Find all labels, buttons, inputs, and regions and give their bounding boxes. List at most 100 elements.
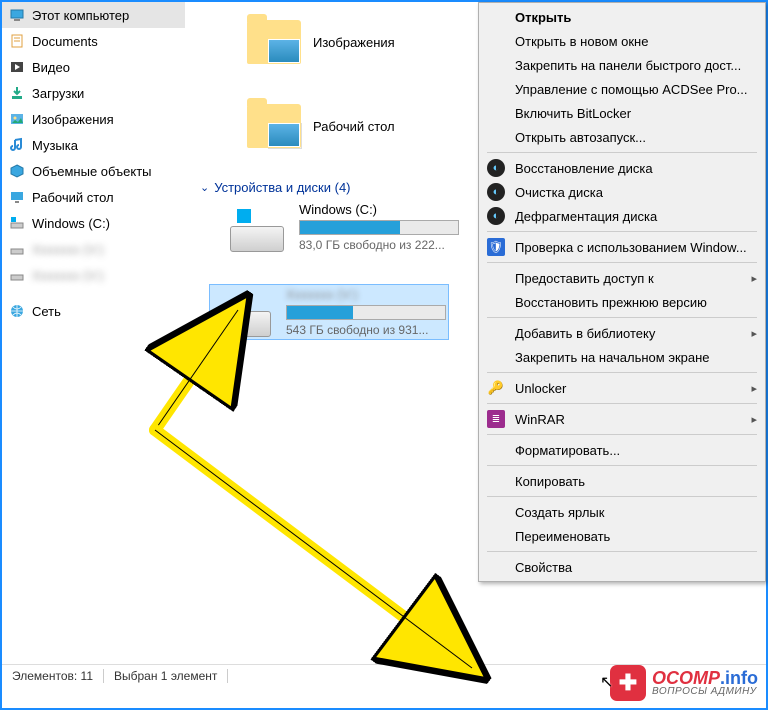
- watermark: ✚ OCOMP.info ВОПРОСЫ АДМИНУ: [610, 662, 758, 704]
- context-menu-label: Копировать: [515, 474, 585, 489]
- context-menu-separator: [487, 551, 757, 552]
- context-menu-label: Дефрагментация диска: [515, 209, 657, 224]
- context-menu-label: Unlocker: [515, 381, 566, 396]
- context-menu-separator: [487, 262, 757, 263]
- sidebar-item-download[interactable]: Загрузки: [2, 80, 185, 106]
- folder-pictures[interactable]: Изображения: [247, 20, 395, 64]
- rar-icon: ≣: [487, 410, 505, 428]
- drive-windows-c[interactable]: Windows (C:) 83,0 ГБ свободно из 222...: [225, 202, 459, 252]
- sidebar-item-desktop[interactable]: Рабочий стол: [2, 184, 185, 210]
- folder-desktop[interactable]: Рабочий стол: [247, 104, 395, 148]
- drive-free-text: 83,0 ГБ свободно из 222...: [299, 238, 459, 252]
- pc-icon: [8, 6, 26, 24]
- sidebar-item-label: Видео: [32, 60, 70, 75]
- sidebar-item-music[interactable]: Музыка: [2, 132, 185, 158]
- sidebar-item-pc[interactable]: Этот компьютер: [2, 2, 185, 28]
- key-icon: 🔑: [487, 379, 505, 397]
- context-menu-label: Создать ярлык: [515, 505, 604, 520]
- status-selected: Выбран 1 элемент: [104, 669, 228, 683]
- context-menu-item[interactable]: ≣ WinRAR: [479, 407, 765, 431]
- drive-name: Xxxxxxx (V:): [286, 287, 446, 302]
- music-icon: [8, 136, 26, 154]
- drive-win-icon: [8, 214, 26, 232]
- group-header-devices[interactable]: ⌄ Устройства и диски (4): [200, 180, 351, 195]
- drive-free-text: 543 ГБ свободно из 931...: [286, 323, 446, 337]
- context-menu-item[interactable]: Включить BitLocker: [479, 101, 765, 125]
- context-menu-item[interactable]: Открыть: [479, 5, 765, 29]
- capacity-bar: [286, 305, 446, 320]
- pictures-icon: [8, 110, 26, 128]
- sidebar-item-drive[interactable]: Xxxxxxx (V:): [2, 262, 185, 288]
- context-menu-item[interactable]: Предоставить доступ к: [479, 266, 765, 290]
- hdd-icon: [225, 202, 289, 252]
- folder-label: Изображения: [313, 35, 395, 50]
- context-menu-item[interactable]: ◐ Восстановление диска: [479, 156, 765, 180]
- context-menu-label: Свойства: [515, 560, 572, 575]
- context-menu-item[interactable]: Переименовать: [479, 524, 765, 548]
- 3d-icon: [8, 162, 26, 180]
- context-menu-label: Восстановление диска: [515, 161, 653, 176]
- context-menu-item[interactable]: Закрепить на начальном экране: [479, 345, 765, 369]
- watermark-sub: ВОПРОСЫ АДМИНУ: [652, 687, 758, 697]
- doc-icon: [8, 32, 26, 50]
- sidebar-item-label: Windows (C:): [32, 216, 110, 231]
- drive-info: Xxxxxxx (V:) 543 ГБ свободно из 931...: [286, 287, 446, 337]
- context-menu-item[interactable]: Добавить в библиотеку: [479, 321, 765, 345]
- context-menu-separator: [487, 152, 757, 153]
- sidebar-item-video[interactable]: Видео: [2, 54, 185, 80]
- context-menu-separator: [487, 403, 757, 404]
- sidebar-item-doc[interactable]: Documents: [2, 28, 185, 54]
- sidebar-item-label: Xxxxxxx (V:): [32, 268, 104, 283]
- sidebar-item-network[interactable]: Сеть: [2, 298, 185, 324]
- watermark-badge: ✚: [610, 665, 646, 701]
- context-menu-label: Форматировать...: [515, 443, 620, 458]
- context-menu-label: Управление с помощью ACDSee Pro...: [515, 82, 748, 97]
- context-menu-item[interactable]: Создать ярлык: [479, 500, 765, 524]
- context-menu-item[interactable]: Восстановить прежнюю версию: [479, 290, 765, 314]
- sidebar-item-drive[interactable]: Xxxxxxx (V:): [2, 236, 185, 262]
- shield-icon: 🛡: [487, 238, 505, 256]
- context-menu-separator: [487, 317, 757, 318]
- context-menu-label: WinRAR: [515, 412, 565, 427]
- context-menu-label: Открыть в новом окне: [515, 34, 648, 49]
- sidebar-item-label: Музыка: [32, 138, 78, 153]
- context-menu-label: Закрепить на начальном экране: [515, 350, 710, 365]
- watermark-text2: .info: [720, 668, 758, 688]
- circle-icon: ◐: [487, 159, 505, 177]
- sidebar-item-label: Рабочий стол: [32, 190, 114, 205]
- context-menu-separator: [487, 496, 757, 497]
- context-menu-item[interactable]: Копировать: [479, 469, 765, 493]
- sidebar-item-label: Загрузки: [32, 86, 84, 101]
- chevron-down-icon: ⌄: [200, 181, 209, 194]
- sidebar-item-pictures[interactable]: Изображения: [2, 106, 185, 132]
- status-item-count: Элементов: 11: [2, 669, 104, 683]
- folder-label: Рабочий стол: [313, 119, 395, 134]
- context-menu-item[interactable]: 🔑 Unlocker: [479, 376, 765, 400]
- context-menu-label: Переименовать: [515, 529, 610, 544]
- context-menu-item[interactable]: Закрепить на панели быстрого дост...: [479, 53, 765, 77]
- context-menu-item[interactable]: Открыть в новом окне: [479, 29, 765, 53]
- context-menu-item[interactable]: Форматировать...: [479, 438, 765, 462]
- folder-icon: [247, 20, 301, 64]
- video-icon: [8, 58, 26, 76]
- sidebar-item-3d[interactable]: Объемные объекты: [2, 158, 185, 184]
- capacity-bar: [299, 220, 459, 235]
- context-menu-item[interactable]: Управление с помощью ACDSee Pro...: [479, 77, 765, 101]
- context-menu-label: Включить BitLocker: [515, 106, 631, 121]
- sidebar-navigation: Этот компьютерDocuments Видео Загрузки Изоб…: [2, 2, 185, 708]
- sidebar-item-drive-win[interactable]: Windows (C:): [2, 210, 185, 236]
- context-menu: Открыть Открыть в новом окне Закрепить на …: [478, 2, 766, 582]
- context-menu-item[interactable]: ◐ Очистка диска: [479, 180, 765, 204]
- context-menu-item[interactable]: ◐ Дефрагментация диска: [479, 204, 765, 228]
- context-menu-label: Восстановить прежнюю версию: [515, 295, 707, 310]
- circle-icon: ◐: [487, 207, 505, 225]
- context-menu-separator: [487, 465, 757, 466]
- context-menu-item[interactable]: 🛡Проверка с использованием Window...: [479, 235, 765, 259]
- context-menu-item[interactable]: Открыть автозапуск...: [479, 125, 765, 149]
- circle-icon: ◐: [487, 183, 505, 201]
- watermark-text1: OCOMP: [652, 668, 720, 688]
- context-menu-label: Очистка диска: [515, 185, 603, 200]
- context-menu-item[interactable]: Свойства: [479, 555, 765, 579]
- drive-v-selected[interactable]: Xxxxxxx (V:) 543 ГБ свободно из 931...: [209, 284, 449, 340]
- context-menu-separator: [487, 434, 757, 435]
